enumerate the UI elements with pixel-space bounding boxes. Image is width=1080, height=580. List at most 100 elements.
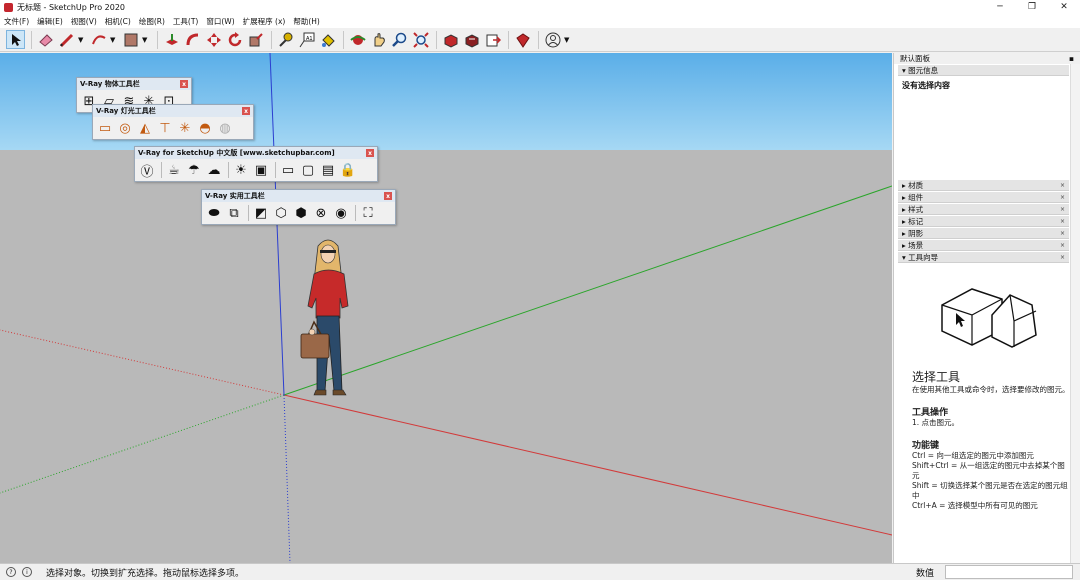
tray-scenes[interactable]: ▸ 场景 × [898,239,1069,251]
scene-icon[interactable]: ◉ [332,204,350,222]
tray-tags[interactable]: ▸ 标记 × [898,215,1069,227]
close-icon[interactable]: x [384,192,392,200]
menu-tools[interactable]: 工具(T) [173,16,198,27]
orbit-icon[interactable] [348,30,367,49]
credits-icon[interactable]: i [22,567,32,577]
toolbar-header[interactable]: V-Ray 灯光工具栏 x [93,105,253,117]
vray-utility-toolbar[interactable]: V-Ray 实用工具栏 x ⬬ ⧉ ◩ ⬡ ⬢ ⊗ ◉ ⛶ [201,189,396,225]
close-icon[interactable]: × [1060,254,1065,261]
pencil-icon[interactable] [57,30,76,49]
spot-light-icon[interactable]: ◭ [136,119,154,137]
rectangle-light-icon[interactable]: ▭ [96,119,114,137]
tray-components[interactable]: ▸ 组件 × [898,191,1069,203]
uv-icon[interactable]: ◩ [252,204,270,222]
layout-icon[interactable] [483,30,502,49]
batch-render-icon[interactable]: ▤ [319,161,337,179]
material-select-icon[interactable]: ⧉ [225,204,243,222]
toolbar-header[interactable]: V-Ray for SketchUp 中文版 [www.sketchupbar.… [135,147,377,159]
interactive-render-icon[interactable]: ☂ [185,161,203,179]
account-icon[interactable] [543,30,562,49]
close-icon[interactable]: × [1060,194,1065,201]
sphere-icon[interactable]: ⊗ [312,204,330,222]
vray-light-toolbar[interactable]: V-Ray 灯光工具栏 x ▭ ◎ ◭ ⊤ ✳ ◓ ◍ [92,104,254,140]
move-icon[interactable] [204,30,223,49]
frame-buffer-icon[interactable]: ▣ [252,161,270,179]
close-button[interactable]: ✕ [1048,0,1080,14]
pin-icon[interactable]: ▪ [1069,54,1074,63]
red-axis [283,394,892,536]
scale-figure[interactable] [298,236,362,398]
zoom-extents-icon[interactable] [411,30,430,49]
menu-edit[interactable]: 编辑(E) [37,16,63,27]
box-icon[interactable]: ⬢ [292,204,310,222]
follow-me-icon[interactable] [183,30,202,49]
tray-styles[interactable]: ▸ 样式 × [898,203,1069,215]
close-icon[interactable]: x [242,107,250,115]
close-icon[interactable]: x [366,149,374,157]
text-icon[interactable]: A1 [297,30,316,49]
close-icon[interactable]: × [1060,206,1065,213]
tray-scrollbar[interactable] [1070,64,1080,563]
tray-shadows[interactable]: ▸ 阴影 × [898,227,1069,239]
pan-icon[interactable] [369,30,388,49]
region-render-icon[interactable]: ▢ [299,161,317,179]
drawing-viewport[interactable]: V-Ray 物体工具栏 x ⊞ ▱ ≋ ✳ ⊡ V-Ray 灯光工具栏 x ▭ … [0,53,892,563]
eraser-icon[interactable] [36,30,55,49]
tape-measure-icon[interactable] [276,30,295,49]
entity-info-body: 没有选择内容 [902,81,950,90]
rotate-icon[interactable] [225,30,244,49]
chevron-down-icon[interactable]: ▼ [564,36,572,44]
rectangle-icon[interactable] [121,30,140,49]
dome-light-icon[interactable]: ◓ [196,119,214,137]
asset-editor-icon[interactable]: Ⓥ [138,161,156,180]
arc-icon[interactable] [89,30,108,49]
lighting-analysis-icon[interactable]: ☀ [232,161,250,179]
extension-warehouse-icon[interactable] [462,30,481,49]
vray-main-toolbar[interactable]: V-Ray for SketchUp 中文版 [www.sketchupbar.… [134,146,378,182]
cloud-render-icon[interactable]: ☁ [205,161,223,179]
chevron-down-icon[interactable]: ▼ [110,36,118,44]
close-icon[interactable]: × [1060,230,1065,237]
restore-button[interactable]: ❐ [1016,0,1048,14]
red-axis-dotted [0,329,285,396]
menu-extensions[interactable]: 扩展程序 (x) [243,16,286,27]
cube-icon[interactable]: ⬡ [272,204,290,222]
chevron-down-icon[interactable]: ▼ [78,36,86,44]
toolbar-separator [275,162,276,178]
ies-light-icon[interactable]: ⊤ [156,119,174,137]
paint-bucket-icon[interactable] [318,30,337,49]
tray-entity-info[interactable]: ▾ 图元信息 [898,64,1069,76]
measurements-input[interactable] [945,565,1073,579]
close-icon[interactable]: × [1060,242,1065,249]
warehouse-icon[interactable] [441,30,460,49]
omni-light-icon[interactable]: ✳ [176,119,194,137]
menu-camera[interactable]: 相机(C) [105,16,131,27]
zoom-icon[interactable] [390,30,409,49]
lock-icon[interactable]: 🔒 [339,161,357,179]
scale-icon[interactable] [246,30,265,49]
menu-draw[interactable]: 绘图(R) [139,16,165,27]
ruby-icon[interactable] [513,30,532,49]
toolbar-header[interactable]: V-Ray 物体工具栏 x [77,78,191,90]
mesh-light-icon[interactable]: ◍ [216,119,234,137]
menu-help[interactable]: 帮助(H) [293,16,320,27]
close-icon[interactable]: × [1060,218,1065,225]
close-icon[interactable]: × [1060,182,1065,189]
close-icon[interactable]: x [180,80,188,88]
select-icon[interactable] [6,30,25,49]
minimize-button[interactable]: ─ [984,0,1016,14]
chevron-down-icon[interactable]: ▼ [142,36,150,44]
tray-instructor[interactable]: ▾ 工具向导 × [898,251,1069,263]
geo-location-icon[interactable]: ? [6,567,16,577]
tray-materials[interactable]: ▸ 材质 × [898,179,1069,191]
material-picker-icon[interactable]: ⬬ [205,204,223,222]
toolbar-header[interactable]: V-Ray 实用工具栏 x [202,190,395,202]
render-icon[interactable]: ☕ [165,161,183,179]
menu-file[interactable]: 文件(F) [4,16,29,27]
push-pull-icon[interactable] [162,30,181,49]
viewport-render-icon[interactable]: ▭ [279,161,297,179]
sphere-light-icon[interactable]: ◎ [116,119,134,137]
select-cube-icon[interactable]: ⛶ [359,204,377,222]
menu-view[interactable]: 视图(V) [71,16,97,27]
menu-window[interactable]: 窗口(W) [206,16,234,27]
